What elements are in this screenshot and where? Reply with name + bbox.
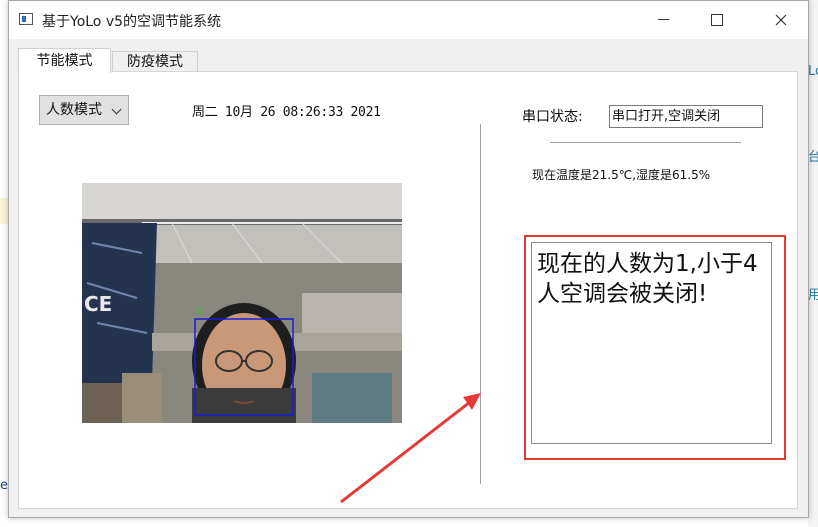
window-title: 基于YoLo v5的空调节能系统: [42, 14, 222, 30]
tab-panel: 人数模式 周二 10月 26 08:26:33 2021 CE 1 串口状态: …: [18, 71, 798, 509]
close-icon: [775, 14, 787, 25]
camera-frame-image: CE: [82, 183, 402, 423]
background-fragment: Lo: [808, 64, 818, 79]
app-icon: [19, 13, 33, 25]
vertical-divider: [480, 124, 481, 484]
background-app-right: [808, 0, 818, 527]
minimize-button[interactable]: [640, 1, 686, 37]
title-bar: 基于YoLo v5的空调节能系统: [9, 1, 808, 39]
environment-readout: 现在温度是21.5℃,湿度是61.5%: [532, 168, 711, 182]
maximize-icon: [711, 13, 723, 26]
serial-status-label: 串口状态:: [522, 109, 583, 125]
datetime-label: 周二 10月 26 08:26:33 2021: [192, 105, 381, 120]
serial-status-field[interactable]: 串口打开,空调关闭: [609, 105, 763, 128]
detection-label: 1: [197, 307, 203, 317]
mode-select-value: 人数模式: [46, 102, 102, 118]
camera-feed: CE 1: [82, 183, 402, 423]
app-window: 基于YoLo v5的空调节能系统 节能模式 防疫模式 人数模式 周二 10月 2…: [8, 0, 809, 518]
chevron-down-icon: [111, 104, 122, 115]
background-fragment: 用: [808, 288, 818, 303]
tab-energy-saving[interactable]: 节能模式: [18, 48, 111, 73]
horizontal-divider: [550, 142, 741, 143]
mode-select[interactable]: 人数模式: [39, 95, 129, 125]
people-count-message[interactable]: 现在的人数为1,小于4人空调会被关闭!: [531, 242, 772, 444]
svg-text:CE: CE: [84, 292, 112, 316]
tab-epidemic[interactable]: 防疫模式: [112, 51, 198, 72]
maximize-button[interactable]: [694, 1, 740, 37]
close-button[interactable]: [758, 1, 804, 37]
minimize-icon: [657, 19, 669, 20]
background-fragment: 台: [808, 150, 818, 165]
